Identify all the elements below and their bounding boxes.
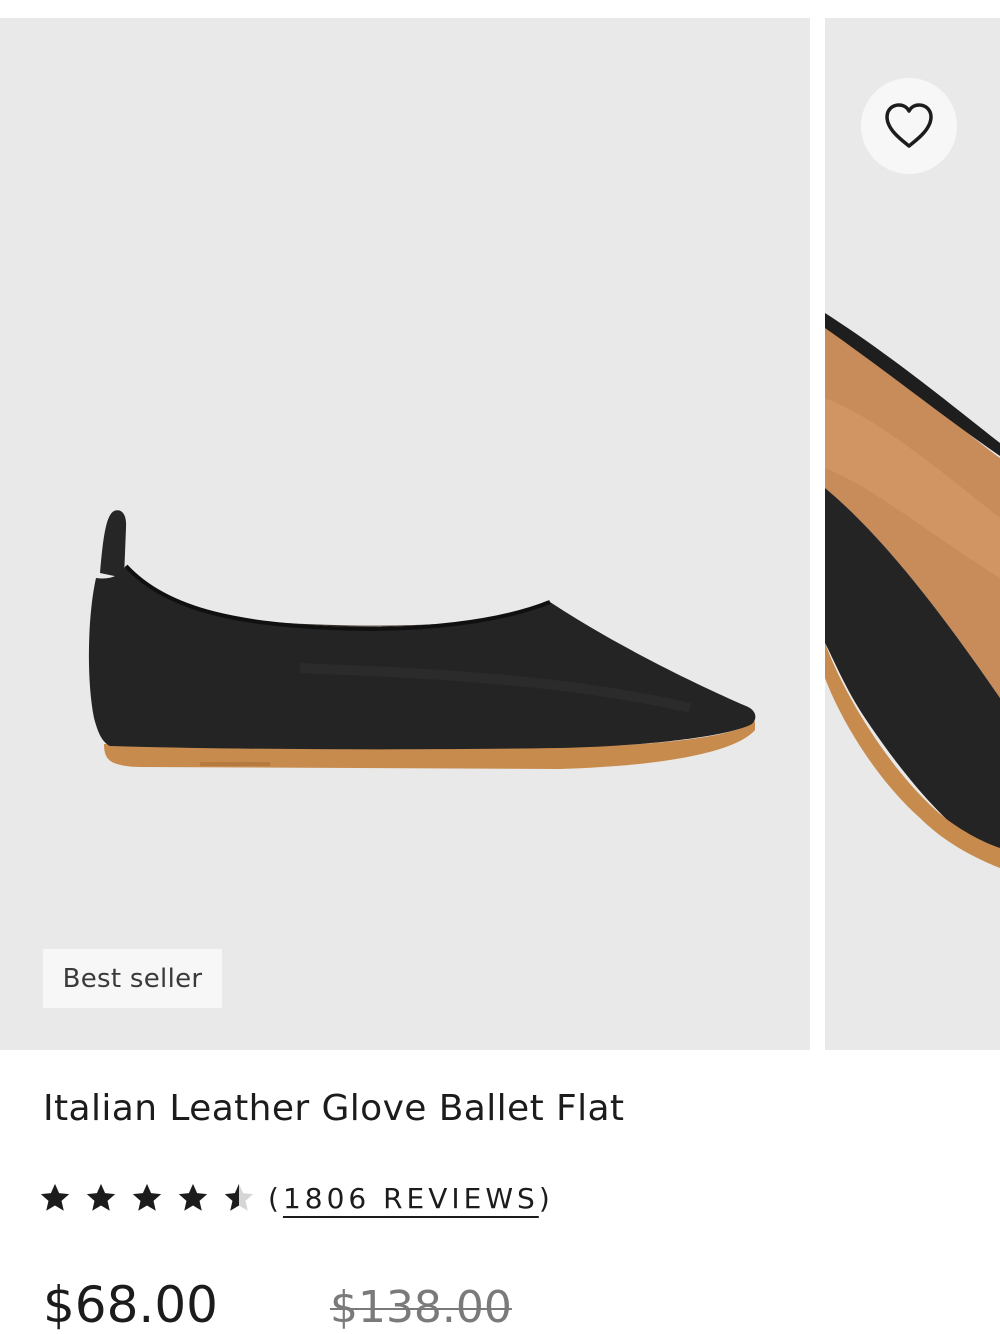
star-icon (86, 1183, 116, 1211)
star-icon (178, 1183, 208, 1211)
reviews-link[interactable]: 1806 REVIEWS (283, 1182, 539, 1215)
sale-price: $68.00 (43, 1276, 218, 1334)
product-image-next[interactable] (825, 18, 1000, 1050)
product-image-gallery[interactable]: Best seller (0, 18, 1000, 1050)
heart-icon (885, 103, 933, 148)
reviews-close-paren: ) (538, 1181, 554, 1215)
price-row: $68.00 $138.00 (43, 1276, 512, 1334)
best-seller-badge-label: Best seller (62, 963, 203, 994)
star-icon (40, 1183, 70, 1211)
shoe-image (88, 510, 756, 769)
product-title[interactable]: Italian Leather Glove Ballet Flat (43, 1088, 624, 1129)
reviews-count: (1806 REVIEWS) (268, 1182, 554, 1215)
best-seller-badge: Best seller (43, 949, 222, 1008)
product-image-main[interactable]: Best seller (0, 18, 810, 1050)
favorite-button[interactable] (861, 78, 957, 174)
star-rating (38, 1181, 268, 1215)
half-star-icon (224, 1183, 254, 1211)
rating-row: (1806 REVIEWS) (38, 1174, 554, 1222)
reviews-open-paren: ( (268, 1181, 283, 1215)
star-icon (132, 1183, 162, 1211)
original-price: $138.00 (329, 1282, 512, 1333)
